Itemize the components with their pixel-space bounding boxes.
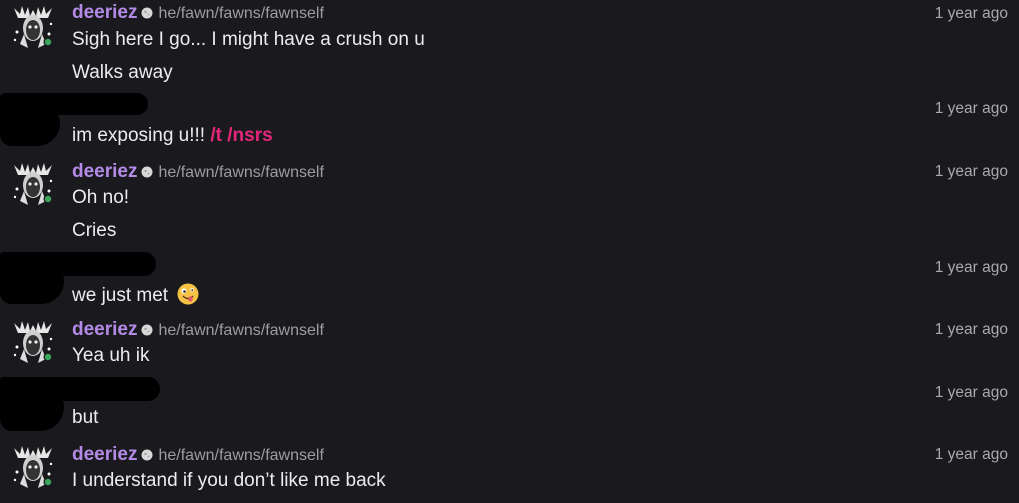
timestamp[interactable]: 1 year ago [935, 5, 1008, 23]
message-text: Oh no! [72, 187, 130, 208]
message-text: im exposing u!!! /t /nsrs [72, 125, 273, 147]
timestamp[interactable]: 1 year ago [935, 446, 1008, 464]
redaction [0, 106, 60, 146]
message-text: Walks away [72, 62, 173, 83]
moon-icon [141, 323, 153, 336]
status-dot [44, 38, 52, 46]
avatar[interactable] [10, 319, 56, 365]
username[interactable]: deeriez [72, 319, 137, 341]
message-text: Sigh here I go... I might have a crush o… [72, 29, 425, 50]
tag-link[interactable]: /t /nsrs [210, 125, 272, 146]
avatar[interactable] [10, 444, 56, 490]
status-dot [44, 195, 52, 203]
avatar[interactable] [10, 161, 56, 207]
zany-face-emoji [177, 283, 199, 305]
message-text: I understand if you don’t like me back [72, 470, 386, 491]
message-text: we just met [72, 283, 199, 307]
moon-icon [141, 6, 153, 19]
redaction [0, 264, 64, 304]
username[interactable]: deeriez [72, 161, 137, 183]
timestamp[interactable]: 1 year ago [935, 100, 1008, 118]
message-text: Yea uh ik [72, 345, 150, 366]
redaction [0, 389, 64, 431]
pronouns: he/fawn/fawns/fawnself [158, 5, 324, 22]
timestamp[interactable]: 1 year ago [935, 163, 1008, 181]
timestamp[interactable]: 1 year ago [935, 384, 1008, 402]
moon-icon [141, 165, 153, 178]
pronouns: he/fawn/fawns/fawnself [158, 447, 324, 464]
message-text: but [72, 407, 99, 428]
message-body: we just met [72, 285, 169, 306]
timestamp[interactable]: 1 year ago [935, 259, 1008, 277]
avatar[interactable] [10, 4, 56, 50]
status-dot [44, 353, 52, 361]
chat-log: deeriez he/fawn/fawns/fawnself 1 year ag… [0, 0, 1019, 503]
message-text: Cries [72, 220, 117, 241]
pronouns: he/fawn/fawns/fawnself [158, 164, 324, 181]
username[interactable]: deeriez [72, 2, 137, 24]
message-body: im exposing u!!! [72, 125, 206, 146]
moon-icon [141, 448, 153, 461]
username[interactable]: deeriez [72, 444, 137, 466]
timestamp[interactable]: 1 year ago [935, 321, 1008, 339]
pronouns: he/fawn/fawns/fawnself [158, 322, 324, 339]
status-dot [44, 478, 52, 486]
